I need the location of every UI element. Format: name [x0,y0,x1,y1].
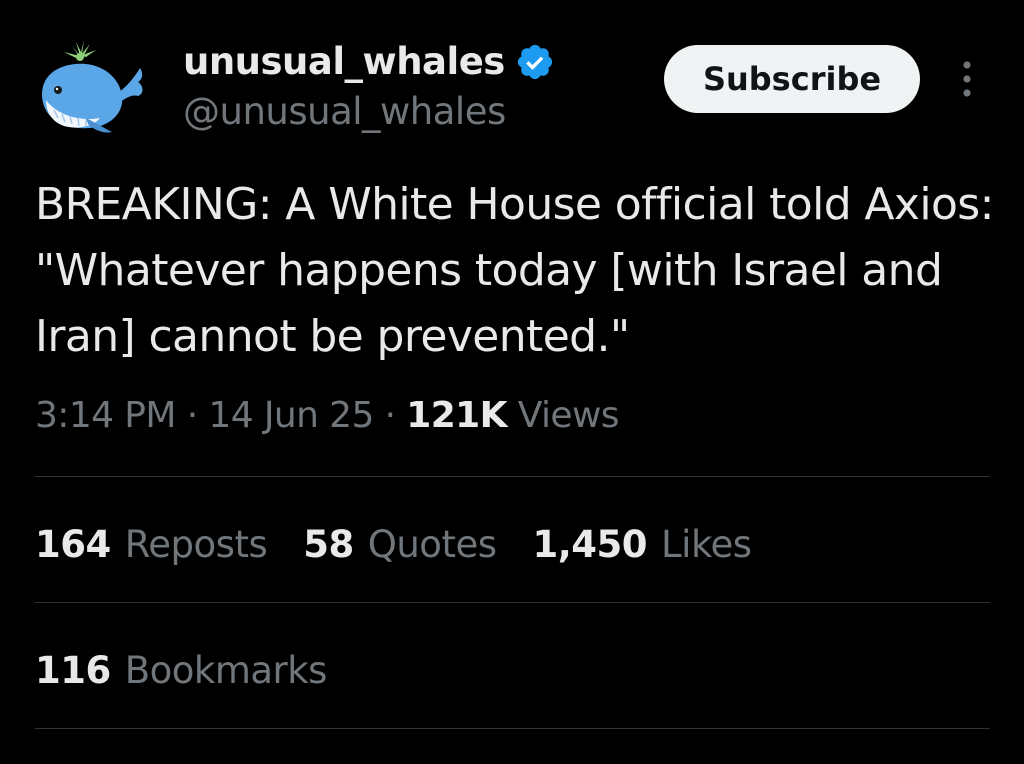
quotes-label: Quotes [367,522,497,566]
divider [35,728,990,729]
likes-label: Likes [661,522,752,566]
meta-separator: · [186,395,198,436]
reposts-count: 164 [35,522,111,566]
engagement-stats: 164 Reposts 58 Quotes 1,450 Likes [35,514,752,574]
more-options-icon[interactable] [952,54,982,104]
tweet-meta: 3:14 PM · 14 Jun 25 · 121K Views [35,388,620,444]
bookmarks-label: Bookmarks [124,648,328,692]
avatar[interactable] [34,36,146,136]
bookmarks-stat[interactable]: 116 Bookmarks [35,640,327,700]
likes-stat[interactable]: 1,450 Likes [532,522,753,566]
reposts-label: Reposts [124,522,268,566]
divider [35,476,990,477]
verified-badge-icon [517,44,552,80]
author-name-row: unusual_whales [183,38,555,86]
meta-separator: · [384,395,396,436]
views-label: Views [517,395,620,436]
views-count: 121K [406,395,507,436]
divider [35,602,990,603]
likes-count: 1,450 [532,522,648,566]
author-display-name[interactable]: unusual_whales [183,38,505,86]
quotes-count: 58 [303,522,354,566]
tweet-detail: unusual_whales @unusual_whales Subscribe… [0,0,1024,764]
tweet-time[interactable]: 3:14 PM [35,395,176,436]
subscribe-button[interactable]: Subscribe [664,45,920,113]
bookmarks-count: 116 [35,648,111,692]
reposts-stat[interactable]: 164 Reposts [35,522,268,566]
tweet-text: BREAKING: A White House official told Ax… [35,179,994,362]
quotes-stat[interactable]: 58 Quotes [303,522,497,566]
whale-icon [42,40,143,133]
tweet-date[interactable]: 14 Jun 25 [208,395,374,436]
author-handle[interactable]: @unusual_whales [183,88,506,136]
